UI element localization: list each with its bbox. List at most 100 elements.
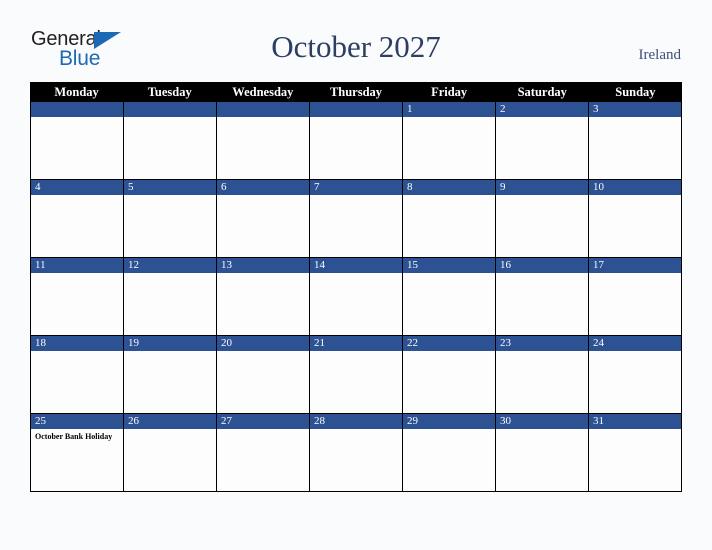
day-event-area (496, 117, 588, 179)
date-number: 22 (403, 336, 495, 351)
day-event-area (496, 429, 588, 491)
day-event-area (124, 117, 216, 179)
date-number: 27 (217, 414, 309, 429)
day-event-area (124, 273, 216, 335)
day-event-area (403, 273, 495, 335)
weekday-header-wednesday: Wednesday (232, 85, 294, 99)
day-cell-25[interactable]: 25 October Bank Holiday (31, 414, 124, 491)
calendar-week-row: 11 12 13 14 15 16 17 (31, 258, 681, 336)
day-cell-7[interactable]: 7 (310, 180, 403, 257)
day-event-area (124, 429, 216, 491)
day-cell-15[interactable]: 15 (403, 258, 496, 335)
day-event-area (496, 351, 588, 413)
date-number: 31 (589, 414, 681, 429)
day-cell-6[interactable]: 6 (217, 180, 310, 257)
day-cell-empty[interactable] (310, 102, 403, 179)
day-cell-17[interactable]: 17 (589, 258, 681, 335)
date-number: 11 (31, 258, 123, 273)
day-cell-12[interactable]: 12 (124, 258, 217, 335)
page-header: General Blue October 2027 Ireland (0, 0, 712, 82)
holiday-event: October Bank Holiday (35, 432, 113, 441)
day-cell-18[interactable]: 18 (31, 336, 124, 413)
calendar-week-row: 4 5 6 7 8 9 10 (31, 180, 681, 258)
day-event-area (310, 429, 402, 491)
day-event-area (310, 351, 402, 413)
date-number: 15 (403, 258, 495, 273)
day-event-area (496, 273, 588, 335)
calendar-week-row: 25 October Bank Holiday 26 27 28 29 30 31 (31, 414, 681, 491)
date-number: 2 (496, 102, 588, 117)
date-number: 10 (589, 180, 681, 195)
day-cell-30[interactable]: 30 (496, 414, 589, 491)
date-number (310, 102, 402, 117)
day-cell-2[interactable]: 2 (496, 102, 589, 179)
day-event-area (589, 195, 681, 257)
day-cell-3[interactable]: 3 (589, 102, 681, 179)
day-event-area (403, 351, 495, 413)
day-cell-31[interactable]: 31 (589, 414, 681, 491)
calendar-week-row: 18 19 20 21 22 23 24 (31, 336, 681, 414)
date-number: 28 (310, 414, 402, 429)
day-event-area (31, 273, 123, 335)
day-cell-26[interactable]: 26 (124, 414, 217, 491)
date-number: 18 (31, 336, 123, 351)
day-event-area (217, 117, 309, 179)
day-event-area (310, 195, 402, 257)
day-event-area (124, 351, 216, 413)
date-number (31, 102, 123, 117)
day-cell-5[interactable]: 5 (124, 180, 217, 257)
day-cell-10[interactable]: 10 (589, 180, 681, 257)
date-number: 30 (496, 414, 588, 429)
day-cell-22[interactable]: 22 (403, 336, 496, 413)
date-number: 9 (496, 180, 588, 195)
day-event-area (310, 273, 402, 335)
day-event-area: October Bank Holiday (31, 429, 123, 491)
weekday-header-friday: Friday (431, 85, 468, 99)
day-cell-19[interactable]: 19 (124, 336, 217, 413)
day-cell-11[interactable]: 11 (31, 258, 124, 335)
day-cell-empty[interactable] (124, 102, 217, 179)
day-event-area (589, 429, 681, 491)
day-event-area (403, 195, 495, 257)
day-cell-23[interactable]: 23 (496, 336, 589, 413)
day-cell-20[interactable]: 20 (217, 336, 310, 413)
day-cell-24[interactable]: 24 (589, 336, 681, 413)
day-cell-16[interactable]: 16 (496, 258, 589, 335)
calendar-grid: Monday Tuesday Wednesday Thursday Friday Satu… (30, 82, 682, 492)
day-cell-28[interactable]: 28 (310, 414, 403, 491)
day-cell-1[interactable]: 1 (403, 102, 496, 179)
day-event-area (217, 351, 309, 413)
date-number: 19 (124, 336, 216, 351)
day-cell-27[interactable]: 27 (217, 414, 310, 491)
day-cell-9[interactable]: 9 (496, 180, 589, 257)
weekday-header-tuesday: Tuesday (147, 85, 192, 99)
day-event-area (31, 351, 123, 413)
day-event-area (217, 195, 309, 257)
day-event-area (589, 117, 681, 179)
day-cell-29[interactable]: 29 (403, 414, 496, 491)
date-number: 26 (124, 414, 216, 429)
date-number: 24 (589, 336, 681, 351)
day-cell-13[interactable]: 13 (217, 258, 310, 335)
day-event-area (310, 117, 402, 179)
date-number: 1 (403, 102, 495, 117)
day-cell-empty[interactable] (217, 102, 310, 179)
date-number: 6 (217, 180, 309, 195)
day-event-area (403, 117, 495, 179)
date-number: 14 (310, 258, 402, 273)
weekday-header-monday: Monday (54, 85, 99, 99)
day-cell-4[interactable]: 4 (31, 180, 124, 257)
date-number: 23 (496, 336, 588, 351)
weekday-header-saturday: Saturday (517, 85, 567, 99)
day-cell-14[interactable]: 14 (310, 258, 403, 335)
day-cell-empty[interactable] (31, 102, 124, 179)
date-number (124, 102, 216, 117)
calendar-week-row: 123 (31, 102, 681, 180)
day-event-area (217, 273, 309, 335)
day-cell-21[interactable]: 21 (310, 336, 403, 413)
date-number: 12 (124, 258, 216, 273)
date-number: 4 (31, 180, 123, 195)
day-cell-8[interactable]: 8 (403, 180, 496, 257)
date-number: 3 (589, 102, 681, 117)
date-number (217, 102, 309, 117)
